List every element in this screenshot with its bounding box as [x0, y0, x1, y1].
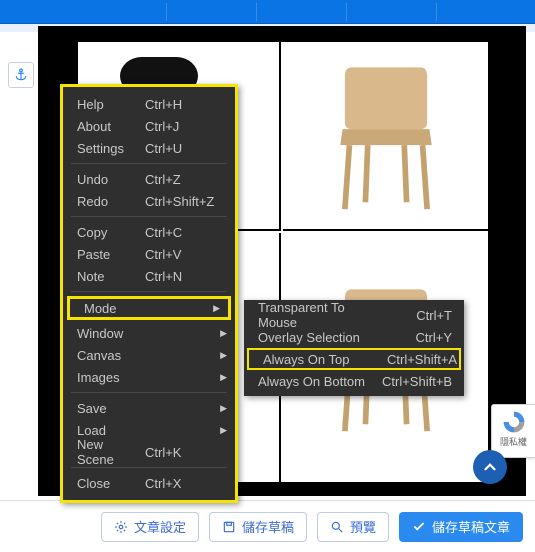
button-label: 儲存草稿 [242, 517, 294, 536]
menu-item-mode[interactable]: Mode ▶ [67, 296, 231, 320]
chevron-right-icon: ▶ [220, 372, 227, 383]
menu-item-label: Close [77, 476, 141, 491]
menu-item-label: Settings [77, 141, 141, 156]
save-icon [222, 520, 236, 534]
menu-item-shortcut: Ctrl+N [141, 269, 225, 284]
chevron-right-icon: ▶ [213, 303, 220, 314]
menu-item-settings[interactable]: SettingsCtrl+U [63, 137, 235, 159]
menu-item-shortcut: Ctrl+Y [378, 330, 454, 345]
menu-item-label: Always On Top [263, 352, 383, 367]
menu-item-shortcut: Ctrl+Shift+B [378, 374, 454, 389]
menu-separator [71, 291, 227, 292]
grid-cell[interactable] [283, 42, 488, 231]
menu-item-about[interactable]: AboutCtrl+J [63, 115, 235, 137]
submenu-item-always-on-top[interactable]: Always On TopCtrl+Shift+A [247, 348, 461, 370]
menu-item-label: Help [77, 97, 141, 112]
button-label: 文章設定 [134, 517, 186, 536]
save-draft-button[interactable]: 儲存草稿 [209, 512, 307, 542]
menu-item-shortcut: Ctrl+K [141, 445, 225, 460]
preview-button[interactable]: 預覽 [317, 512, 389, 542]
recaptcha-label: 隱私權 [500, 435, 527, 448]
submenu-item-always-on-bottom[interactable]: Always On BottomCtrl+Shift+B [244, 370, 464, 392]
chevron-right-icon: ▶ [220, 328, 227, 339]
menu-item-redo[interactable]: RedoCtrl+Shift+Z [63, 190, 235, 212]
menu-item-images[interactable]: Images ▶ [63, 366, 235, 388]
menu-separator [71, 216, 227, 217]
menu-item-canvas[interactable]: Canvas ▶ [63, 344, 235, 366]
menu-separator [71, 467, 227, 468]
chevron-right-icon: ▶ [220, 425, 227, 436]
menu-item-shortcut: Ctrl+V [141, 247, 225, 262]
check-icon [412, 520, 426, 534]
menu-item-label: Overlay Selection [258, 330, 378, 345]
mode-submenu: Transparent To MouseCtrl+TOverlay Select… [244, 300, 464, 396]
save-draft-article-button[interactable]: 儲存草稿文章 [399, 512, 523, 542]
menu-item-label: Save [77, 401, 141, 416]
scroll-top-button[interactable] [473, 450, 507, 484]
chevron-right-icon: ▶ [220, 403, 227, 414]
menu-item-label: Window [77, 326, 141, 341]
menu-item-copy[interactable]: CopyCtrl+C [63, 221, 235, 243]
button-label: 預覽 [350, 517, 376, 536]
menu-item-label: Mode [84, 301, 144, 316]
menu-item-shortcut: Ctrl+Shift+A [383, 352, 459, 367]
menu-item-label: Paste [77, 247, 141, 262]
menu-item-label: Load [77, 423, 141, 438]
menu-item-shortcut: Ctrl+T [378, 308, 454, 323]
menu-item-save[interactable]: Save ▶ [63, 397, 235, 419]
menu-item-label: Copy [77, 225, 141, 240]
menu-item-undo[interactable]: UndoCtrl+Z [63, 168, 235, 190]
menu-item-help[interactable]: HelpCtrl+H [63, 93, 235, 115]
recaptcha-badge: 隱私權 [491, 404, 535, 458]
button-label: 儲存草稿文章 [432, 517, 510, 536]
menu-item-window[interactable]: Window ▶ [63, 322, 235, 344]
menu-item-shortcut: Ctrl+Z [141, 172, 225, 187]
context-menu: HelpCtrl+HAboutCtrl+JSettingsCtrl+UUndoC… [60, 84, 238, 503]
top-ribbon [0, 0, 535, 24]
bottom-toolbar: 文章設定 儲存草稿 預覽 儲存草稿文章 [0, 500, 535, 552]
chair-image [316, 56, 456, 216]
menu-item-label: Undo [77, 172, 141, 187]
menu-separator [71, 163, 227, 164]
menu-item-label: Always On Bottom [258, 374, 378, 389]
anchor-tool[interactable] [8, 62, 34, 88]
article-settings-button[interactable]: 文章設定 [101, 512, 199, 542]
anchor-icon [14, 68, 28, 82]
menu-item-label: Redo [77, 194, 141, 209]
recaptcha-icon [501, 409, 527, 435]
menu-item-label: Images [77, 370, 141, 385]
menu-item-close[interactable]: CloseCtrl+X [63, 472, 235, 494]
menu-item-shortcut: Ctrl+H [141, 97, 225, 112]
gear-icon [114, 520, 128, 534]
menu-item-new-scene[interactable]: New SceneCtrl+K [63, 441, 235, 463]
menu-item-shortcut: Ctrl+C [141, 225, 225, 240]
menu-item-shortcut: Ctrl+U [141, 141, 225, 156]
menu-item-shortcut: Ctrl+X [141, 476, 225, 491]
menu-item-label: New Scene [77, 437, 141, 467]
menu-item-note[interactable]: NoteCtrl+N [63, 265, 235, 287]
menu-item-paste[interactable]: PasteCtrl+V [63, 243, 235, 265]
search-icon [330, 520, 344, 534]
menu-item-shortcut: Ctrl+Shift+Z [141, 194, 225, 209]
menu-item-label: About [77, 119, 141, 134]
submenu-item-transparent-to-mouse[interactable]: Transparent To MouseCtrl+T [244, 304, 464, 326]
chevron-up-icon [481, 458, 499, 476]
menu-item-label: Note [77, 269, 141, 284]
menu-item-shortcut: Ctrl+J [141, 119, 225, 134]
chevron-right-icon: ▶ [220, 350, 227, 361]
menu-separator [71, 392, 227, 393]
submenu-item-overlay-selection[interactable]: Overlay SelectionCtrl+Y [244, 326, 464, 348]
menu-item-label: Canvas [77, 348, 141, 363]
